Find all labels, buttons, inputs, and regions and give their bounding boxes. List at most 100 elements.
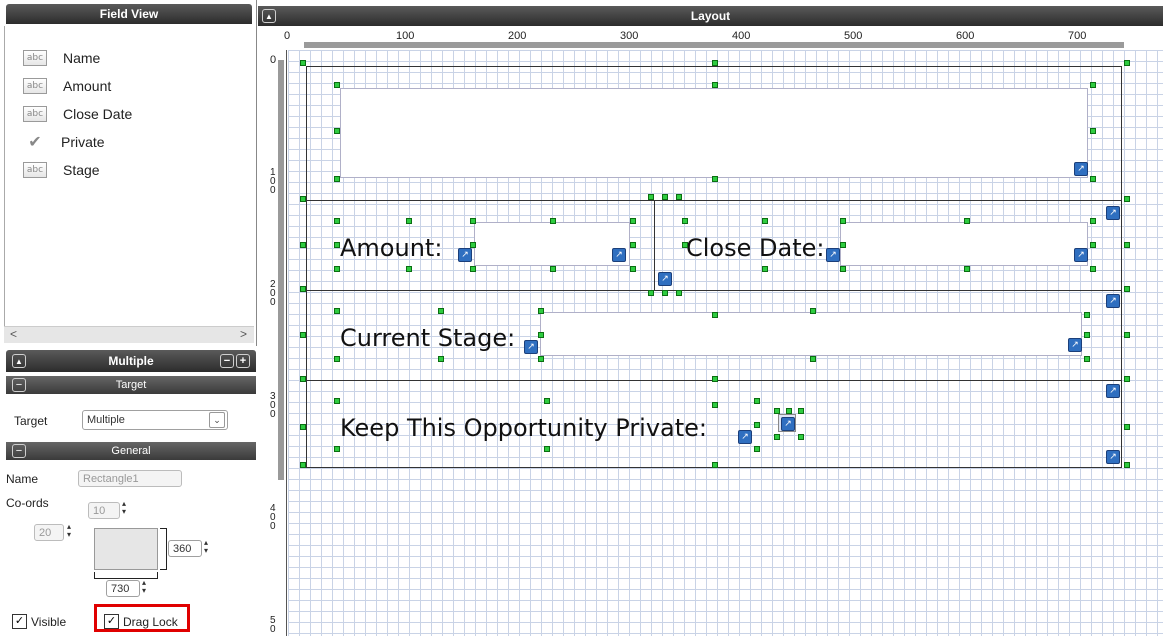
selection-handle[interactable] xyxy=(300,424,306,430)
pin-icon[interactable]: ↗ xyxy=(658,272,672,286)
selection-handle[interactable] xyxy=(712,60,718,66)
keep-private-label[interactable]: Keep This Opportunity Private: xyxy=(340,414,707,442)
selection-handle[interactable] xyxy=(712,402,718,408)
selection-handle[interactable] xyxy=(712,176,718,182)
target-select[interactable]: Multiple ⌄ xyxy=(82,410,228,430)
selection-handle[interactable] xyxy=(334,356,340,362)
selection-handle[interactable] xyxy=(406,218,412,224)
selection-handle[interactable] xyxy=(538,356,544,362)
collapse-section-icon[interactable]: − xyxy=(12,444,26,458)
selection-handle[interactable] xyxy=(438,356,444,362)
selection-handle[interactable] xyxy=(334,176,340,182)
left-coord-field[interactable]: 20 xyxy=(34,524,64,541)
amount-field-box[interactable] xyxy=(474,222,630,266)
selection-handle[interactable] xyxy=(438,308,444,314)
selection-handle[interactable] xyxy=(630,242,636,248)
selection-handle[interactable] xyxy=(676,194,682,200)
minus-icon[interactable]: − xyxy=(220,354,234,368)
selection-handle[interactable] xyxy=(1124,462,1130,468)
selection-handle[interactable] xyxy=(1090,82,1096,88)
horizontal-scrollbar[interactable]: < > xyxy=(4,326,254,343)
stepper-icon[interactable]: ▴ ▾ xyxy=(142,579,146,595)
selection-handle[interactable] xyxy=(712,82,718,88)
pin-icon[interactable]: ↗ xyxy=(826,248,840,262)
selection-handle[interactable] xyxy=(1124,242,1130,248)
collapse-icon[interactable]: ▲ xyxy=(12,354,26,368)
selection-handle[interactable] xyxy=(1124,332,1130,338)
selection-handle[interactable] xyxy=(762,266,768,272)
pin-icon[interactable]: ↗ xyxy=(612,248,626,262)
selection-handle[interactable] xyxy=(1124,196,1130,202)
selection-handle[interactable] xyxy=(676,290,682,296)
drag-lock-checkbox-row[interactable]: ✓ Drag Lock xyxy=(104,614,178,629)
plus-icon[interactable]: + xyxy=(236,354,250,368)
width-coord-field[interactable]: 730 xyxy=(106,580,140,597)
field-item-amount[interactable]: abc Amount xyxy=(23,74,111,98)
selection-handle[interactable] xyxy=(648,290,654,296)
selection-handle[interactable] xyxy=(544,398,550,404)
selection-handle[interactable] xyxy=(1084,312,1090,318)
selection-handle[interactable] xyxy=(662,290,668,296)
field-item-private[interactable]: ✔ Private xyxy=(23,130,104,154)
pin-icon[interactable]: ↗ xyxy=(1106,206,1120,220)
pin-icon[interactable]: ↗ xyxy=(458,248,472,262)
selection-handle[interactable] xyxy=(798,408,804,414)
height-coord-field[interactable]: 360 xyxy=(168,540,202,557)
selection-handle[interactable] xyxy=(1090,218,1096,224)
collapse-section-icon[interactable]: − xyxy=(12,378,26,392)
stepper-icon[interactable]: ▴ ▾ xyxy=(122,500,126,516)
selection-handle[interactable] xyxy=(1084,356,1090,362)
pin-icon[interactable]: ↗ xyxy=(1068,338,1082,352)
stepper-icon[interactable]: ▴ ▾ xyxy=(67,523,71,539)
selection-handle[interactable] xyxy=(300,462,306,468)
selection-handle[interactable] xyxy=(682,242,688,248)
close-date-label[interactable]: Close Date: xyxy=(686,234,824,262)
private-checkbox[interactable]: ↗ xyxy=(778,414,796,432)
pin-icon[interactable]: ↗ xyxy=(1106,294,1120,308)
selection-handle[interactable] xyxy=(712,312,718,318)
selection-handle[interactable] xyxy=(334,446,340,452)
selection-handle[interactable] xyxy=(1124,376,1130,382)
selection-handle[interactable] xyxy=(334,82,340,88)
selection-handle[interactable] xyxy=(648,194,654,200)
selection-handle[interactable] xyxy=(786,408,792,414)
pin-icon[interactable]: ↗ xyxy=(524,340,538,354)
selection-handle[interactable] xyxy=(810,356,816,362)
chevron-down-icon[interactable]: ⌄ xyxy=(209,412,225,428)
selection-handle[interactable] xyxy=(712,376,718,382)
selection-handle[interactable] xyxy=(840,266,846,272)
selection-handle[interactable] xyxy=(774,408,780,414)
visible-checkbox-row[interactable]: ✓ Visible xyxy=(12,614,66,629)
selection-handle[interactable] xyxy=(1090,176,1096,182)
selection-handle[interactable] xyxy=(1090,242,1096,248)
name-field[interactable]: Rectangle1 xyxy=(78,470,182,487)
visible-checkbox[interactable]: ✓ xyxy=(12,614,27,629)
selection-handle[interactable] xyxy=(470,242,476,248)
selection-handle[interactable] xyxy=(334,218,340,224)
selection-handle[interactable] xyxy=(334,242,340,248)
selection-handle[interactable] xyxy=(630,218,636,224)
selection-handle[interactable] xyxy=(406,266,412,272)
selection-handle[interactable] xyxy=(1124,424,1130,430)
field-item-stage[interactable]: abc Stage xyxy=(23,158,100,182)
selection-handle[interactable] xyxy=(774,434,780,440)
selection-handle[interactable] xyxy=(300,332,306,338)
selection-handle[interactable] xyxy=(712,462,718,468)
selection-handle[interactable] xyxy=(798,434,804,440)
selection-handle[interactable] xyxy=(334,308,340,314)
pin-icon[interactable]: ↗ xyxy=(1106,384,1120,398)
selection-handle[interactable] xyxy=(1124,286,1130,292)
selection-handle[interactable] xyxy=(754,446,760,452)
drag-lock-checkbox[interactable]: ✓ xyxy=(104,614,119,629)
selection-handle[interactable] xyxy=(754,398,760,404)
pin-icon[interactable]: ↗ xyxy=(1106,450,1120,464)
top-coord-field[interactable]: 10 xyxy=(88,502,120,519)
scroll-left-icon[interactable]: < xyxy=(10,327,17,341)
selection-handle[interactable] xyxy=(300,242,306,248)
selection-handle[interactable] xyxy=(1090,128,1096,134)
name-field-box[interactable] xyxy=(340,88,1088,178)
selection-handle[interactable] xyxy=(1124,60,1130,66)
selection-handle[interactable] xyxy=(662,194,668,200)
selection-handle[interactable] xyxy=(550,266,556,272)
close-date-field-box[interactable] xyxy=(840,222,1088,266)
